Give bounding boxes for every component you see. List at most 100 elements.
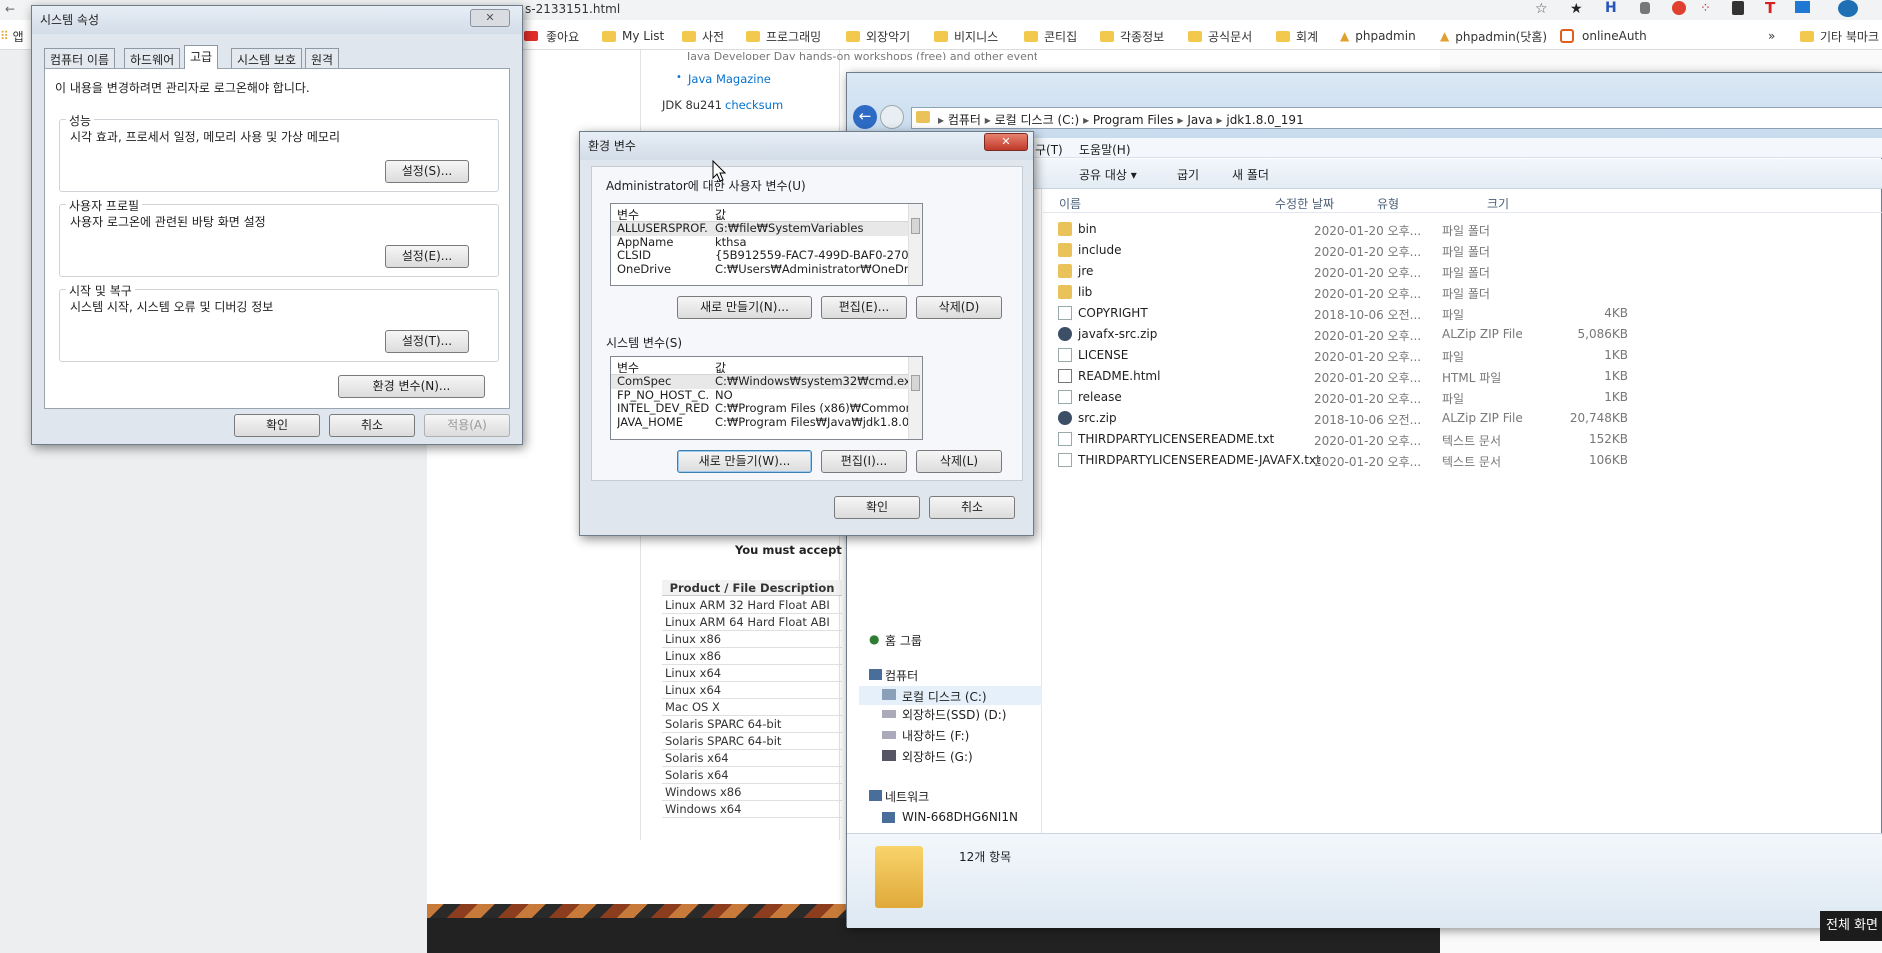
system-new-button[interactable]: 새로 만들기(W)... [677,450,812,473]
file-row[interactable]: THIRDPARTYLICENSEREADME.txt 2020-01-20 오후… [1058,429,1638,450]
apps-icon[interactable]: ⠿ 앱 [0,27,24,45]
address-text[interactable]: s-2133151.html [525,2,620,16]
new-folder-button[interactable]: 새 폴더 [1232,166,1269,183]
breadcrumb-separator-icon[interactable]: ▸ [1079,113,1093,127]
nav-drive-d[interactable]: 외장하드(SSD) (D:) [902,706,1006,723]
bookmark-item[interactable]: ▲ phpadmin [1340,27,1416,45]
cancel-button[interactable]: 취소 [929,496,1015,519]
forward-arrow-icon[interactable] [880,105,904,129]
close-icon[interactable]: ✕ [470,9,510,27]
address-bar[interactable]: ▸ 컴퓨터 ▸ 로컬 디스크 (C:) ▸ Program Files ▸ Ja… [911,107,1882,129]
scroll-grip[interactable] [911,218,920,234]
file-row[interactable]: COPYRIGHT 2018-10-06 오전... 파일 4KB [1058,303,1638,324]
tab-remote[interactable]: 원격 [305,48,340,68]
col-variable[interactable]: 변수 [617,359,709,376]
menu-help[interactable]: 도움말(H) [1079,141,1131,158]
col-name[interactable]: 이름 [1059,195,1081,212]
system-properties-titlebar[interactable]: 시스템 속성 [32,6,522,34]
close-icon[interactable]: ✕ [984,133,1028,151]
col-size[interactable]: 크기 [1487,195,1509,212]
variable-row[interactable]: ALLUSERSPROF... G:₩file₩SystemVariables [611,222,922,236]
star-outline-icon[interactable]: ☆ [1535,1,1548,17]
tab-computer-name[interactable]: 컴퓨터 이름 [44,48,116,68]
page-partial-link[interactable]: Java Developer Day hands-on workshops (f… [687,50,1037,60]
nav-computer[interactable]: 컴퓨터 [885,667,918,684]
variable-row[interactable]: ComSpec C:₩Windows₩system32₩cmd.exe [611,375,922,389]
bookmark-item[interactable]: 콘티집 [1024,27,1077,45]
user-delete-button[interactable]: 삭제(D) [916,296,1002,319]
variable-row[interactable]: FP_NO_HOST_C... NO [611,389,922,403]
user-variables-list[interactable]: 변수 값 ALLUSERSPROF... G:₩file₩SystemVariabl… [610,203,923,286]
col-date[interactable]: 수정한 날짜 [1275,195,1334,212]
environment-variables-button[interactable]: 환경 변수(N)... [338,375,485,398]
file-row[interactable]: jre 2020-01-20 오후... 파일 폴더 [1058,261,1638,282]
breadcrumb-separator-icon[interactable]: ▸ [1213,113,1227,127]
file-row[interactable]: README.html 2020-01-20 오후... HTML 파일 1KB [1058,366,1638,387]
nav-drive-g[interactable]: 외장하드 (G:) [902,748,973,765]
nav-network[interactable]: 네트워크 [885,788,929,805]
startup-settings-button[interactable]: 설정(T)... [385,330,469,353]
file-row[interactable]: javafx-src.zip 2020-01-20 오후... ALZip ZIP … [1058,324,1638,345]
variable-row[interactable]: CLSID {5B912559-FAC7-499D-BAF0-270BDA5BB.… [611,249,922,263]
env-dialog-titlebar[interactable]: 환경 변수 [580,132,1033,160]
extension-grid-icon[interactable]: ⁘ [1700,1,1711,16]
extension-t-icon[interactable]: T [1765,0,1775,17]
file-row[interactable]: include 2020-01-20 오후... 파일 폴더 [1058,240,1638,261]
bookmark-item[interactable]: 비지니스 [934,27,998,45]
col-value[interactable]: 값 [715,359,920,376]
java-magazine-link[interactable]: Java Magazine [688,72,771,86]
burn-button[interactable]: 굽기 [1177,166,1199,183]
bookmark-item[interactable]: 공식문서 [1188,27,1252,45]
bookmark-item[interactable]: 좋아요 [524,27,579,45]
ok-button[interactable]: 확인 [234,414,320,437]
variable-row[interactable]: OneDrive C:₩Users₩Administrator₩OneDrive [611,263,922,277]
system-variables-list[interactable]: 변수 값 ComSpec C:₩Windows₩system32₩cmd.exe FP… [610,356,923,440]
bookmark-item[interactable]: 각종정보 [1100,27,1164,45]
breadcrumb-separator-icon[interactable]: ▸ [1174,113,1188,127]
tab-hardware[interactable]: 하드웨어 [124,48,181,68]
tab-advanced[interactable]: 고급 [184,45,219,69]
bookmarks-more-icon[interactable]: » [1768,27,1775,45]
profile-avatar[interactable] [1838,0,1858,17]
nav-homegroup[interactable]: 홈 그룹 [885,632,922,649]
breadcrumb-separator-icon[interactable]: ▸ [981,113,995,127]
extension-mic-icon[interactable] [1640,2,1650,14]
profile-settings-button[interactable]: 설정(E)... [385,245,469,268]
breadcrumb-item[interactable]: jdk1.8.0_191 [1226,113,1303,127]
extension-blue-icon[interactable] [1795,1,1810,13]
apply-button[interactable]: 적용(A) [424,414,510,437]
bookmark-item[interactable]: 프로그래밍 [746,27,821,45]
breadcrumb-item[interactable]: Java [1187,113,1212,127]
file-row[interactable]: THIRDPARTYLICENSEREADME-JAVAFX.txt 2020-0… [1058,450,1638,471]
share-with-button[interactable]: 공유 대상 ▾ [1079,166,1137,183]
variable-row[interactable]: AppName kthsa [611,236,922,250]
back-icon[interactable]: ← [5,2,15,16]
back-arrow-icon[interactable]: ← [853,105,877,129]
bookmark-item[interactable]: 외장악기 [846,27,910,45]
performance-settings-button[interactable]: 설정(S)... [385,160,469,183]
nav-pc[interactable]: WIN-668DHG6NI1N [902,810,1018,824]
breadcrumb-separator-icon[interactable]: ▸ [938,113,948,127]
file-row[interactable]: src.zip 2018-10-06 오전... ALZip ZIP File 20,… [1058,408,1638,429]
breadcrumb-item[interactable]: 컴퓨터 [948,113,981,127]
file-row[interactable]: bin 2020-01-20 오후... 파일 폴더 [1058,219,1638,240]
extension-dark-icon[interactable] [1732,1,1744,15]
checksum-link[interactable]: checksum [725,98,783,112]
breadcrumb-item[interactable]: 로컬 디스크 (C:) [995,113,1080,127]
bookmark-item[interactable]: onlineAuth [1560,27,1647,45]
ok-button[interactable]: 확인 [834,496,920,519]
variable-row[interactable]: JAVA_HOME C:₩Program Files₩Java₩jdk1.8.0_… [611,416,922,430]
file-row[interactable]: release 2020-01-20 오후... 파일 1KB [1058,387,1638,408]
user-new-button[interactable]: 새로 만들기(N)... [677,296,812,319]
scrollbar[interactable] [908,204,922,285]
extension-compass-icon[interactable] [1672,1,1686,15]
scrollbar[interactable] [908,357,922,439]
user-edit-button[interactable]: 편집(E)... [821,296,907,319]
file-row[interactable]: LICENSE 2020-01-20 오후... 파일 1KB [1058,345,1638,366]
menu-tools[interactable]: 구(T) [1035,141,1063,158]
breadcrumb-item[interactable]: Program Files [1093,113,1174,127]
nav-drive-f[interactable]: 내장하드 (F:) [902,727,969,744]
bookmark-item[interactable]: ▲ phpadmin(닷홈) [1440,27,1547,45]
system-delete-button[interactable]: 삭제(L) [916,450,1002,473]
file-row[interactable]: lib 2020-01-20 오후... 파일 폴더 [1058,282,1638,303]
